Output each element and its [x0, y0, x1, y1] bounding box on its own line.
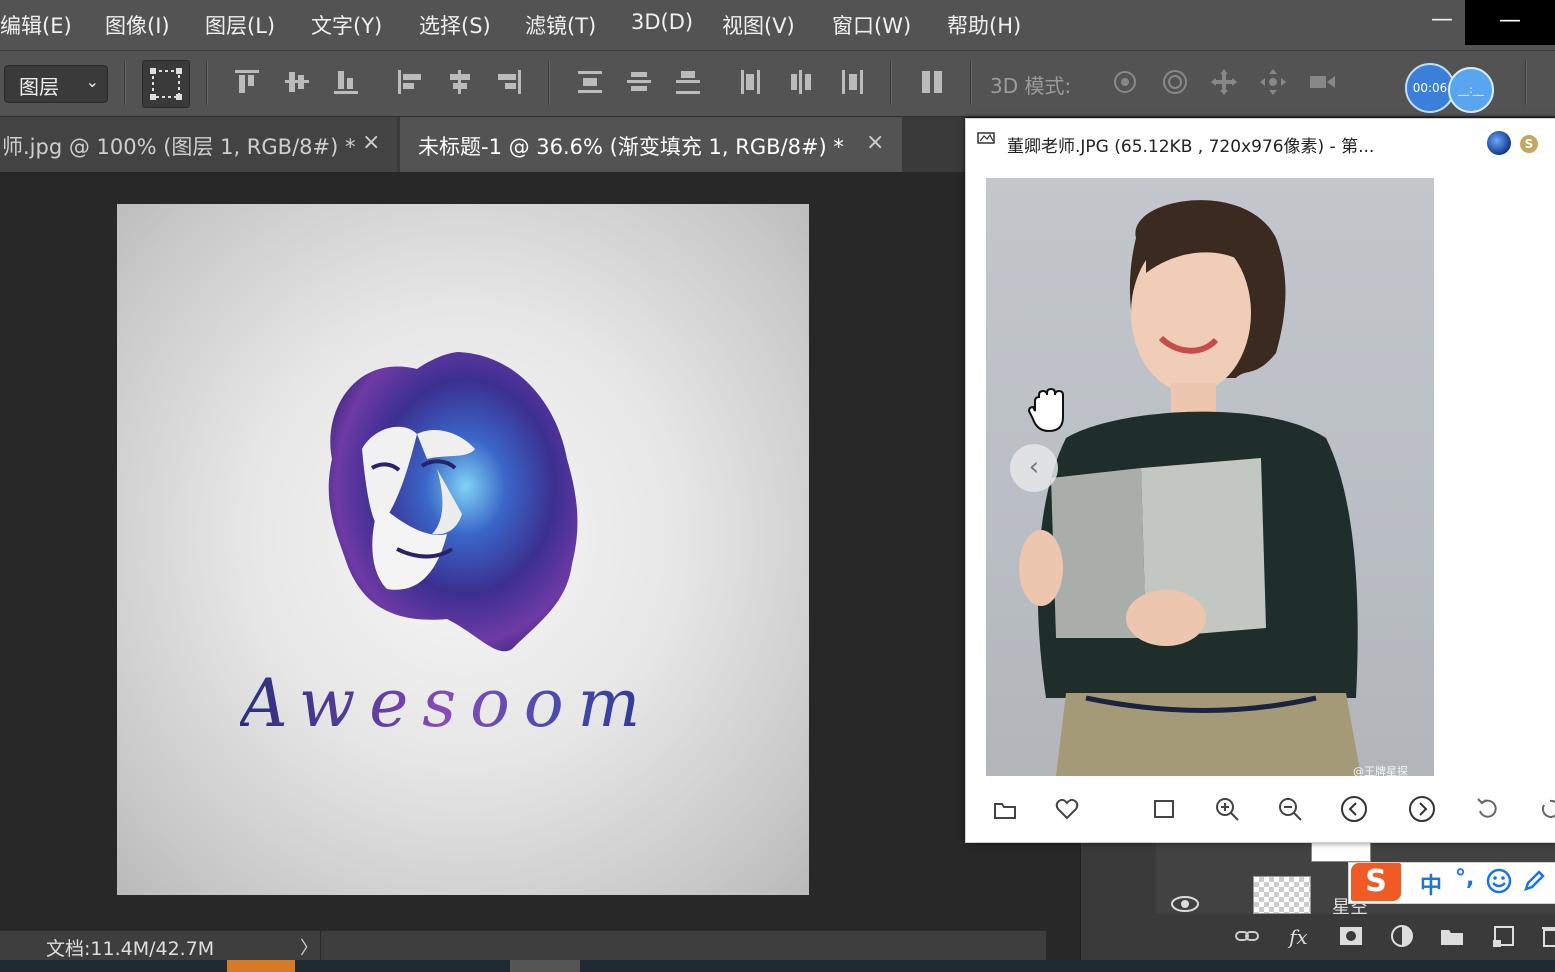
- menu-type[interactable]: 文字(Y): [311, 10, 382, 40]
- tab-document-2[interactable]: 未标题-1 @ 36.6% (渐变填充 1, RGB/8#) * ×: [400, 117, 902, 172]
- menu-layer[interactable]: 图层(L): [205, 10, 275, 40]
- align-bottom-icon[interactable]: [331, 67, 361, 97]
- distribute-top-icon[interactable]: [575, 67, 605, 97]
- hand-cursor-icon: [1027, 387, 1064, 433]
- tab-label: 未标题-1 @ 36.6% (渐变填充 1, RGB/8#) *: [418, 135, 844, 159]
- rotate-left-icon[interactable]: [1474, 795, 1502, 823]
- transform-controls-button[interactable]: [142, 60, 190, 108]
- 3d-slide-icon[interactable]: [1258, 67, 1288, 97]
- menu-image[interactable]: 图像(I): [105, 10, 170, 40]
- divider: [124, 61, 126, 105]
- divider: [548, 61, 550, 105]
- layer-mask-icon[interactable]: [1337, 922, 1367, 952]
- close-icon[interactable]: ×: [866, 130, 884, 155]
- canvas-title-text: Awesoom: [240, 665, 655, 742]
- taskbar-app-active[interactable]: [227, 960, 295, 972]
- align-vertical-center-icon[interactable]: [282, 67, 312, 97]
- status-bar: 文档:11.4M/42.7M 〉: [0, 930, 1046, 961]
- distribute-vcenter-icon[interactable]: [624, 67, 654, 97]
- coin-icon[interactable]: S: [1520, 135, 1538, 153]
- menu-select[interactable]: 选择(S): [419, 10, 491, 40]
- document-canvas[interactable]: Awesoom: [117, 204, 809, 895]
- distribute-left-icon[interactable]: [737, 67, 767, 97]
- transform-icon: [150, 68, 182, 100]
- align-horizontal-center-icon[interactable]: [445, 67, 475, 97]
- tab-label: 师.jpg @ 100% (图层 1, RGB/8#) *: [2, 135, 356, 159]
- divider: [1525, 61, 1527, 105]
- distribute-right-icon[interactable]: [836, 67, 866, 97]
- emoji-icon[interactable]: [1486, 868, 1512, 894]
- new-layer-icon[interactable]: [1490, 922, 1520, 952]
- ime-language-toggle[interactable]: 中: [1420, 868, 1442, 900]
- heart-icon[interactable]: [1053, 795, 1081, 823]
- minimize-button[interactable]: —: [1420, 0, 1464, 45]
- menu-3d[interactable]: 3D(D): [631, 10, 693, 34]
- trash-icon[interactable]: [1538, 922, 1555, 952]
- link-icon[interactable]: [1233, 922, 1263, 952]
- divider: [206, 61, 208, 105]
- menu-window[interactable]: 窗口(W): [832, 10, 911, 40]
- divider: [320, 931, 321, 961]
- viewer-app-icon: [977, 132, 995, 144]
- svg-text:fx: fx: [1287, 925, 1308, 949]
- rotate-right-icon[interactable]: [1536, 795, 1555, 823]
- ime-punctuation-toggle[interactable]: °,: [1455, 866, 1474, 891]
- open-folder-icon[interactable]: [991, 795, 1019, 823]
- tab-document-1[interactable]: 师.jpg @ 100% (图层 1, RGB/8#) * ×: [0, 117, 397, 172]
- fx-icon[interactable]: fx: [1287, 922, 1317, 952]
- menu-help[interactable]: 帮助(H): [947, 10, 1021, 40]
- menu-filter[interactable]: 滤镜(T): [525, 10, 596, 40]
- adjustment-layer-icon[interactable]: [1388, 922, 1418, 952]
- portrait-galaxy-artwork: [328, 352, 578, 652]
- 3d-camera-icon[interactable]: [1307, 67, 1337, 97]
- options-bar: 图层 ⌄ 3D 模式:: [0, 51, 1555, 117]
- dropdown-value: 图层: [19, 75, 59, 99]
- menu-bar: 编辑(E) 图像(I) 图层(L) 文字(Y) 选择(S) 滤镜(T) 3D(D…: [0, 0, 1555, 51]
- distribute-hcenter-icon[interactable]: [786, 67, 816, 97]
- zoom-out-icon[interactable]: [1276, 795, 1304, 823]
- divider: [970, 61, 972, 105]
- layer-thumbnail-transparent[interactable]: [1253, 876, 1311, 914]
- eye-icon[interactable]: [1170, 894, 1200, 914]
- pen-icon[interactable]: [1521, 868, 1547, 894]
- divider: [890, 61, 892, 105]
- viewer-title: 董卿老师.JPG (65.12KB , 720x976像素) - 第...: [1007, 137, 1375, 157]
- chevron-down-icon: ⌄: [85, 72, 99, 91]
- layer-thumbnail[interactable]: [1311, 840, 1371, 862]
- folder-icon[interactable]: [1438, 922, 1468, 952]
- menu-edit[interactable]: 编辑(E): [0, 10, 72, 40]
- chevron-right-icon[interactable]: 〉: [300, 934, 318, 960]
- align-top-icon[interactable]: [232, 67, 262, 97]
- document-tab-bar: 师.jpg @ 100% (图层 1, RGB/8#) * × 未标题-1 @ …: [0, 117, 965, 172]
- previous-circle-icon[interactable]: [1340, 795, 1368, 823]
- align-left-icon[interactable]: [395, 67, 425, 97]
- menu-view[interactable]: 视图(V): [722, 10, 795, 40]
- previous-image-button[interactable]: ‹: [1010, 444, 1058, 492]
- auto-select-dropdown[interactable]: 图层 ⌄: [4, 65, 108, 103]
- next-circle-icon[interactable]: [1408, 795, 1436, 823]
- 3d-orbit-icon[interactable]: [1110, 67, 1140, 97]
- align-right-icon[interactable]: [494, 67, 524, 97]
- close-icon[interactable]: ×: [362, 130, 380, 155]
- zoom-in-icon[interactable]: [1213, 795, 1241, 823]
- distribute-spacing-icon[interactable]: [917, 67, 947, 97]
- sogou-logo-icon[interactable]: S: [1351, 863, 1401, 901]
- 3d-mode-label: 3D 模式:: [990, 74, 1072, 98]
- 3d-pan-icon[interactable]: [1209, 67, 1239, 97]
- close-window-button[interactable]: —: [1465, 0, 1555, 45]
- fit-screen-icon[interactable]: [1150, 795, 1178, 823]
- browser-globe-icon[interactable]: [1487, 131, 1511, 155]
- photo-watermark: @王牌星探: [1353, 765, 1408, 778]
- document-size-info: 文档:11.4M/42.7M: [46, 938, 215, 960]
- taskbar-app[interactable]: [510, 960, 580, 972]
- 3d-roll-icon[interactable]: [1160, 67, 1190, 97]
- distribute-bottom-icon[interactable]: [673, 67, 703, 97]
- record-timer-badge-2[interactable]: __:__: [1448, 67, 1494, 113]
